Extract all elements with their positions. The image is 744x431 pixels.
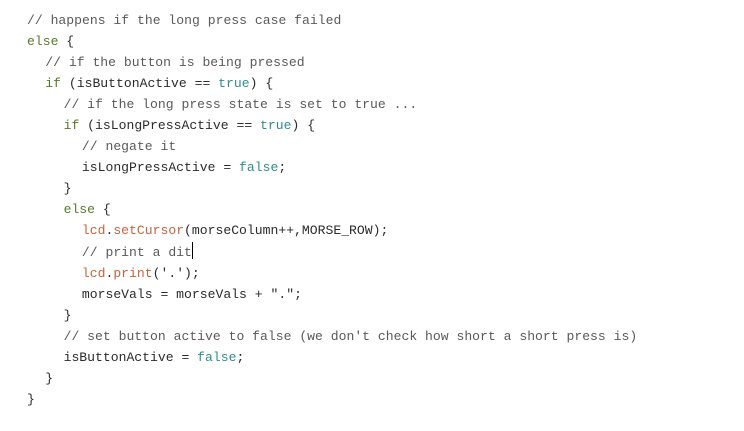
code-line[interactable]: lcd.setCursor(morseColumn++,MORSE_ROW); <box>27 220 637 241</box>
code-editor[interactable]: // happens if the long press case failed… <box>0 0 744 431</box>
code-line[interactable]: else { <box>27 31 637 52</box>
code-token-plain: (morseColumn++,MORSE_ROW); <box>184 223 389 239</box>
code-token-plain: } <box>27 391 35 407</box>
code-line[interactable]: // if the button is being pressed <box>27 52 637 73</box>
code-token-keyword: else <box>27 34 59 50</box>
code-token-comment: // negate it <box>81 139 177 155</box>
code-line[interactable]: morseVals = morseVals + "."; <box>27 284 637 305</box>
code-token-literal: false <box>239 160 279 176</box>
code-token-plain: isButtonActive = <box>63 349 198 365</box>
code-token-comment: // happens if the long press case failed <box>27 13 342 28</box>
code-token-plain: ; <box>236 349 245 365</box>
code-line[interactable]: // negate it <box>27 136 637 157</box>
code-line[interactable]: isLongPressActive = false; <box>27 157 637 178</box>
code-token-plain: ) { <box>249 76 274 92</box>
code-token-plain: { <box>95 202 111 218</box>
code-line[interactable]: isButtonActive = false; <box>27 347 637 368</box>
code-line[interactable]: // print a dit <box>27 241 637 263</box>
code-line[interactable]: } <box>27 368 637 389</box>
code-token-keyword: if <box>63 118 80 134</box>
code-line[interactable]: } <box>27 178 637 199</box>
code-token-plain: ('.'); <box>152 265 200 281</box>
code-token-plain: } <box>63 307 72 323</box>
code-token-object: lcd <box>81 223 106 239</box>
code-token-plain: } <box>45 370 54 386</box>
code-line[interactable]: if (isButtonActive == true) { <box>27 73 637 94</box>
code-token-comment: // if the long press state is set to tru… <box>63 97 418 113</box>
code-line[interactable]: else { <box>27 199 637 220</box>
code-token-plain: isLongPressActive = <box>81 160 240 176</box>
code-token-plain: ; <box>294 286 302 302</box>
code-token-comment: // set button active to false (we don't … <box>63 328 638 344</box>
code-line[interactable]: if (isLongPressActive == true) { <box>27 115 637 136</box>
code-token-comment: // print a dit <box>81 244 192 260</box>
code-token-plain: } <box>63 181 72 197</box>
code-token-object: lcd <box>81 265 106 281</box>
code-token-keyword: if <box>45 76 62 92</box>
code-line[interactable]: // set button active to false (we don't … <box>27 326 638 347</box>
code-token-literal: true <box>260 118 292 134</box>
code-token-method: print <box>113 265 153 281</box>
code-line[interactable]: } <box>27 305 637 326</box>
code-token-plain: (isLongPressActive == <box>79 118 261 134</box>
code-token-plain: morseVals = morseVals + <box>81 286 271 302</box>
code-token-string: "." <box>270 286 295 302</box>
code-line[interactable]: } <box>27 389 637 410</box>
code-block[interactable]: // happens if the long press case failed… <box>27 10 637 410</box>
code-token-comment: // if the button is being pressed <box>45 55 305 71</box>
code-token-plain: { <box>58 34 75 50</box>
text-caret <box>191 241 193 259</box>
code-line[interactable]: // happens if the long press case failed <box>27 10 637 31</box>
code-line[interactable]: // if the long press state is set to tru… <box>27 94 637 115</box>
code-token-plain: (isButtonActive == <box>61 76 219 92</box>
code-token-plain: ) { <box>291 118 316 134</box>
code-token-literal: false <box>197 349 237 365</box>
code-token-plain: ; <box>278 160 287 176</box>
code-token-literal: true <box>218 76 250 92</box>
code-token-keyword: else <box>63 202 96 218</box>
code-token-method: setCursor <box>113 223 185 239</box>
code-line[interactable]: lcd.print('.'); <box>27 263 637 284</box>
